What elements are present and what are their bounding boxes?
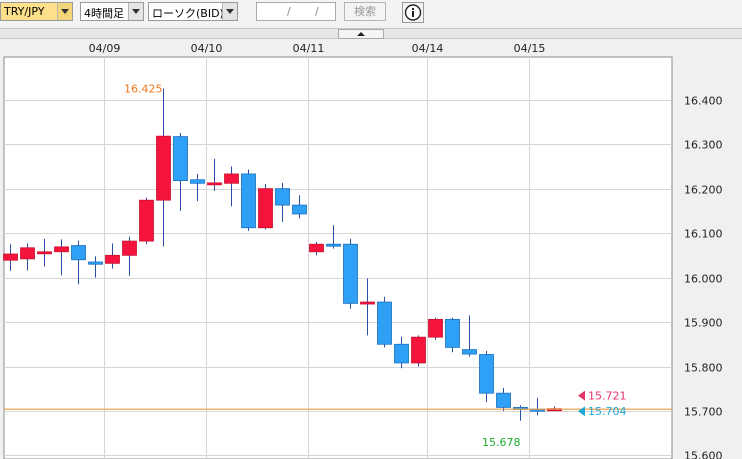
y-tick-label: 16.300: [684, 139, 723, 152]
bid-price-label: 15.704: [588, 405, 627, 418]
candle-body: [258, 188, 273, 229]
info-button[interactable]: [402, 2, 424, 23]
timeframe-select[interactable]: 4時間足: [80, 2, 144, 21]
candle-body: [156, 135, 171, 201]
chevron-down-icon[interactable]: [128, 3, 143, 20]
y-tick-label: 16.100: [684, 228, 723, 241]
ask-price-label: 15.721: [588, 390, 627, 403]
candle-body: [377, 301, 392, 345]
candle-body: [343, 243, 358, 304]
x-tick-label: 04/10: [191, 42, 223, 55]
chart-type-value: ローソク(BID): [152, 7, 224, 20]
candle-body: [428, 318, 443, 338]
candle-body: [496, 392, 511, 408]
low-price-label: 15.678: [482, 436, 521, 449]
candle-body: [105, 254, 120, 264]
high-price-label: 16.425: [124, 83, 163, 96]
y-tick-label: 15.600: [684, 450, 723, 459]
candle-body: [207, 182, 222, 186]
y-tick-label: 16.400: [684, 95, 723, 108]
candle-body: [122, 240, 137, 256]
y-tick-label: 15.900: [684, 317, 723, 330]
chart-type-select[interactable]: ローソク(BID): [148, 2, 238, 21]
y-tick-label: 16.000: [684, 273, 723, 286]
y-tick-label: 15.800: [684, 362, 723, 375]
x-tick-label: 04/09: [89, 42, 121, 55]
candle-body: [241, 173, 256, 229]
candle-body: [360, 301, 375, 305]
info-icon: [404, 4, 422, 21]
x-tick-label: 04/15: [514, 42, 546, 55]
candle-body: [190, 179, 205, 184]
candle-body: [3, 253, 18, 261]
candle-body: [139, 199, 154, 242]
y-tick-label: 15.700: [684, 406, 723, 419]
candle-body: [479, 354, 494, 394]
timeframe-value: 4時間足: [84, 7, 124, 20]
y-tick-label: 16.200: [684, 184, 723, 197]
date-input[interactable]: / /: [256, 2, 336, 21]
candle-body: [411, 336, 426, 364]
chevron-down-icon[interactable]: [222, 3, 237, 20]
candlestick-chart: 04/09 04/10 04/11 04/14 04/15 16.400 16.300 16…: [0, 39, 742, 459]
collapse-toggle-button[interactable]: [338, 29, 384, 39]
candle-body: [275, 188, 290, 206]
currency-pair-value: TRY/JPY: [4, 5, 45, 18]
date-separator: /: [287, 5, 291, 18]
chevron-down-icon[interactable]: [57, 3, 72, 20]
candle-body: [71, 245, 86, 261]
toolbar: TRY/JPY 4時間足 ローソク(BID) / / 検索: [0, 0, 742, 26]
candle-body: [88, 261, 103, 265]
date-separator: /: [315, 5, 319, 18]
candle-body: [326, 243, 341, 247]
candle-body: [20, 247, 35, 260]
candle-body: [394, 343, 409, 364]
candle-body: [54, 246, 69, 253]
candle-body: [462, 349, 477, 355]
candle-body: [173, 136, 188, 182]
candle-body: [224, 173, 239, 184]
currency-pair-select[interactable]: TRY/JPY: [0, 2, 73, 21]
candle-body: [445, 318, 460, 348]
candle-body: [292, 204, 307, 215]
candle-body: [37, 251, 52, 255]
x-tick-label: 04/14: [412, 42, 444, 55]
x-tick-label: 04/11: [293, 42, 325, 55]
candle-body: [309, 243, 324, 253]
search-button[interactable]: 検索: [344, 2, 386, 21]
